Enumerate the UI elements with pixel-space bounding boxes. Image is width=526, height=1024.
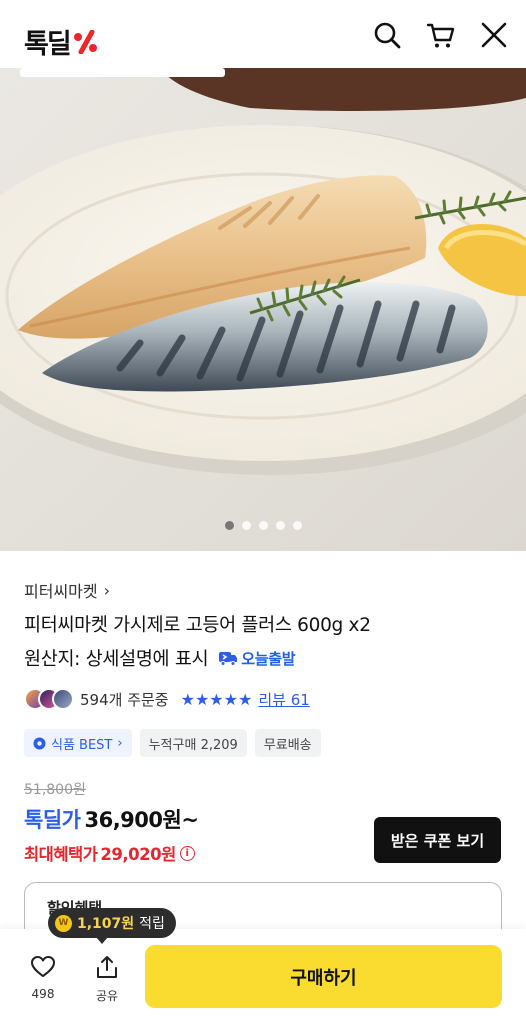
gallery-dot[interactable] <box>292 521 302 530</box>
cumulative-chip: 누적구매 2,209 <box>139 729 247 757</box>
original-price: 51,800원 <box>24 782 86 798</box>
like-count: 498 <box>31 987 55 1001</box>
gallery-dot[interactable] <box>241 521 251 530</box>
shipping-chip: 무료배송 <box>254 729 321 757</box>
share-button[interactable]: 공유 <box>90 954 124 1004</box>
info-icon[interactable]: i <box>179 845 195 861</box>
points-label: 적립 <box>139 916 165 932</box>
logo-text: 톡딜 <box>24 29 72 60</box>
points-tooltip: W 1,107원 적립 <box>48 908 176 944</box>
origin-text: 원산지: 상세설명에 표시 <box>24 649 209 670</box>
percent-mark-icon <box>73 29 97 54</box>
gallery-dot[interactable] <box>224 521 234 530</box>
reviews-link[interactable]: 리뷰 61 <box>258 689 309 710</box>
search-icon[interactable] <box>372 20 402 50</box>
best-chip-label: 식품 BEST <box>51 737 113 753</box>
max-benefit-row: 최대혜택가 29,020원 i <box>24 841 195 865</box>
origin-row: 원산지: 상세설명에 표시 오늘출발 <box>24 645 296 671</box>
best-chip[interactable]: 식품 BEST › <box>24 729 132 757</box>
chips-row: 식품 BEST › 누적구매 2,209 무료배송 <box>24 729 321 757</box>
stats-row: 594개 주문중 ★★★★★ 리뷰 61 <box>24 686 310 712</box>
close-icon[interactable] <box>479 20 509 50</box>
brand-link[interactable]: 피터씨마켓 › <box>24 578 110 602</box>
buyer-avatars <box>24 688 74 710</box>
coupon-button[interactable]: 받은 쿠폰 보기 <box>374 817 501 863</box>
chevron-right-icon: › <box>103 580 111 600</box>
like-button[interactable]: 498 <box>26 954 60 1001</box>
product-photo-illustration <box>0 68 526 551</box>
avatar <box>52 688 74 710</box>
gallery-pagination <box>0 521 526 530</box>
points-value: 1,107원 <box>77 916 135 932</box>
share-icon <box>97 956 117 978</box>
coin-icon: W <box>55 914 72 932</box>
buy-button[interactable]: 구매하기 <box>145 945 502 1008</box>
product-image[interactable] <box>0 68 526 551</box>
gallery-dot[interactable] <box>275 521 285 530</box>
cart-icon[interactable] <box>426 20 456 50</box>
product-title: 피터씨마켓 가시제로 고등어 플러스 600g x2 <box>24 615 371 636</box>
max-benefit-label: 최대혜택가 <box>24 845 98 864</box>
deal-price-label: 톡딜가 <box>24 808 81 832</box>
today-ship-badge: 오늘출발 <box>218 648 296 669</box>
badge-gear-icon <box>33 737 46 749</box>
heart-icon <box>31 956 55 977</box>
tooltip-tail <box>96 937 108 944</box>
delivery-truck-icon <box>219 652 238 666</box>
brand-name: 피터씨마켓 <box>24 582 98 601</box>
logo[interactable]: 톡딜 <box>24 22 98 61</box>
deal-price: 36,900원~ <box>84 808 199 832</box>
share-label: 공유 <box>95 989 119 1003</box>
rating-stars-icon: ★★★★★ <box>180 689 253 709</box>
gallery-dot[interactable] <box>258 521 268 530</box>
top-header: 톡딜 <box>0 0 526 68</box>
max-benefit-price: 29,020원 <box>100 845 176 864</box>
chevron-right-icon: › <box>117 735 123 751</box>
today-ship-label: 오늘출발 <box>241 649 296 668</box>
orders-count: 594개 주문중 <box>80 690 169 709</box>
deal-price-row: 톡딜가 36,900원~ <box>24 804 199 834</box>
